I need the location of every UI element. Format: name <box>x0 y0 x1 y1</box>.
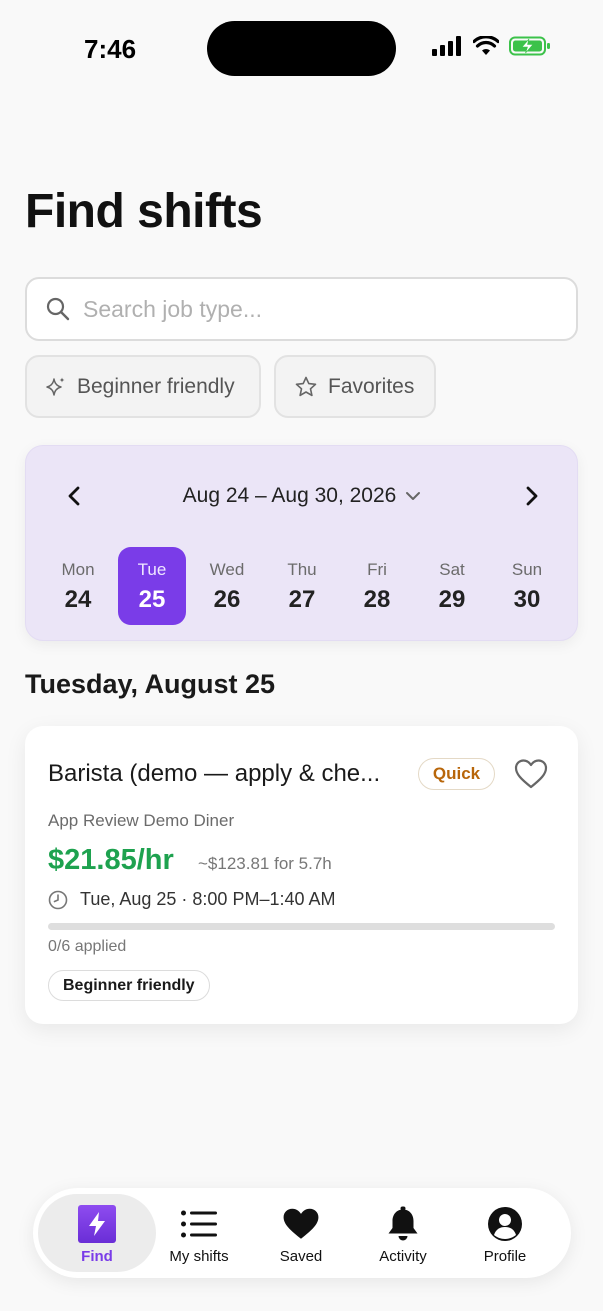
user-circle-icon <box>488 1207 522 1241</box>
day-fri[interactable]: Fri 28 <box>343 547 411 625</box>
search-input[interactable] <box>83 295 553 323</box>
shift-time: Tue, Aug 25 · 8:00 PM–1:40 AM <box>80 889 336 909</box>
chevron-right-icon[interactable] <box>519 484 543 508</box>
filter-beginner-label: Beginner friendly <box>77 374 235 398</box>
day-number: 27 <box>288 586 316 613</box>
tab-saved-icon-wrap <box>282 1204 320 1244</box>
filter-beginner-friendly[interactable]: Beginner friendly <box>25 355 261 418</box>
day-name: Fri <box>367 560 387 579</box>
status-bar: 7:46 <box>0 0 603 100</box>
date-heading: Tuesday, August 25 <box>25 669 276 699</box>
list-icon <box>181 1210 217 1238</box>
employer-name: App Review Demo Diner <box>48 811 235 830</box>
tab-my-shifts-icon-wrap <box>180 1204 218 1244</box>
day-name: Sun <box>511 560 543 579</box>
filter-favorites[interactable]: Favorites <box>274 355 436 418</box>
cellular-signal-icon <box>432 36 461 56</box>
tab-my-shifts[interactable]: My shifts <box>147 1194 251 1272</box>
shift-time-row: Tue, Aug 25 · 8:00 PM–1:40 AM <box>48 889 336 910</box>
bell-icon <box>388 1206 418 1241</box>
week-selector: Aug 24 – Aug 30, 2026 Mon 24 Tue 25 Wed … <box>25 445 578 641</box>
bottom-tab-bar: Find My shifts Saved Activity Profile <box>33 1188 571 1278</box>
lightning-icon <box>78 1205 116 1243</box>
day-number: 25 <box>138 586 166 613</box>
day-number: 30 <box>513 586 541 613</box>
week-range-label: Aug 24 – Aug 30, 2026 <box>182 484 397 507</box>
day-name: Tue <box>137 560 167 579</box>
page-title: Find shifts <box>25 185 263 238</box>
shift-card[interactable]: Barista (demo — apply & che... Quick App… <box>25 726 578 1024</box>
search-icon <box>46 297 70 321</box>
tab-find-label: Find <box>81 1248 113 1265</box>
day-name: Wed <box>209 560 245 579</box>
applied-count: 0/6 applied <box>48 938 127 955</box>
week-range-dropdown[interactable]: Aug 24 – Aug 30, 2026 <box>26 484 579 508</box>
tab-find-icon-wrap <box>78 1204 116 1244</box>
quick-badge: Quick <box>418 758 495 790</box>
dynamic-island <box>207 21 396 76</box>
sparkle-icon <box>46 377 65 396</box>
tab-activity[interactable]: Activity <box>351 1194 455 1272</box>
search-box[interactable] <box>25 277 578 341</box>
wifi-icon <box>473 36 499 55</box>
day-number: 24 <box>64 586 92 613</box>
tab-profile[interactable]: Profile <box>453 1194 557 1272</box>
day-tue[interactable]: Tue 25 <box>118 547 186 625</box>
status-time: 7:46 <box>84 34 137 64</box>
chevron-down-icon <box>406 492 421 500</box>
tab-activity-label: Activity <box>379 1248 427 1265</box>
applied-progress-bar <box>48 923 555 930</box>
day-name: Mon <box>61 560 95 579</box>
tab-profile-label: Profile <box>483 1248 527 1265</box>
day-mon[interactable]: Mon 24 <box>44 547 112 625</box>
tab-activity-icon-wrap <box>386 1204 420 1244</box>
beginner-friendly-tag: Beginner friendly <box>48 970 210 1001</box>
hourly-rate: $21.85/hr <box>48 844 174 876</box>
day-name: Sat <box>439 560 465 579</box>
tab-find[interactable]: Find <box>38 1194 156 1272</box>
tab-saved-label: Saved <box>279 1248 323 1265</box>
battery-charging-icon <box>509 36 550 56</box>
tab-profile-icon-wrap <box>487 1204 523 1244</box>
day-wed[interactable]: Wed 26 <box>193 547 261 625</box>
day-number: 26 <box>213 586 241 613</box>
star-icon <box>295 376 317 396</box>
status-icons <box>432 36 551 56</box>
tab-saved[interactable]: Saved <box>249 1194 353 1272</box>
day-number: 28 <box>363 586 391 613</box>
day-thu[interactable]: Thu 27 <box>268 547 336 625</box>
day-number: 29 <box>438 586 466 613</box>
tab-my-shifts-label: My shifts <box>169 1248 229 1265</box>
heart-filled-icon <box>283 1208 319 1239</box>
filter-favorites-label: Favorites <box>328 374 415 398</box>
day-sat[interactable]: Sat 29 <box>418 547 486 625</box>
heart-outline-icon[interactable] <box>513 758 549 790</box>
day-name: Thu <box>287 560 317 579</box>
pay-estimate: ~$123.81 for 5.7h <box>198 854 332 873</box>
day-sun[interactable]: Sun 30 <box>493 547 561 625</box>
clock-icon <box>48 890 68 909</box>
shift-title: Barista (demo — apply & che... <box>48 760 381 787</box>
